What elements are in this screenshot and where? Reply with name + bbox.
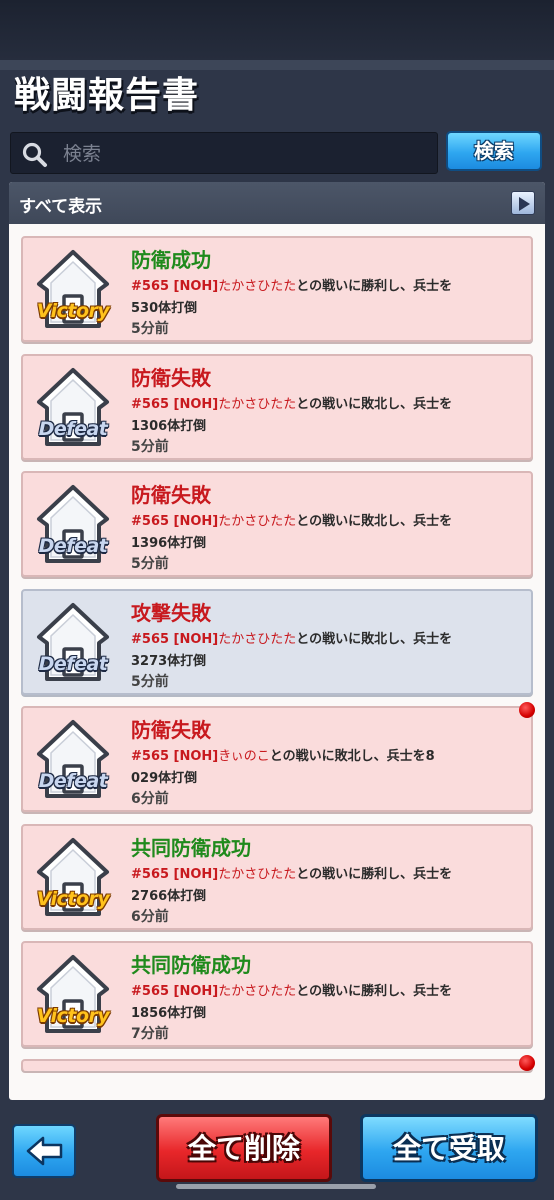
result-badge: Victory — [36, 300, 110, 322]
filter-label: すべて表示 — [19, 197, 103, 217]
report-time: 5分前 — [131, 321, 169, 337]
report-text: との戦いに勝利し、兵士を — [296, 984, 453, 999]
report-title: 防衛失敗 — [131, 483, 211, 507]
report-line: #565 [NOH]たかさひたたとの戦いに敗北し、兵士を — [131, 629, 491, 651]
report-line: #565 [NOH]たかさひたたとの戦いに勝利し、兵士を — [131, 276, 491, 298]
report-description: #565 [NOH]きぃのことの戦いに敗北し、兵士を8 029体打倒 — [131, 746, 491, 790]
player-tag: #565 [NOH] — [131, 749, 219, 764]
result-badge: Victory — [36, 1005, 110, 1027]
player-name: たかさひたた — [218, 866, 297, 882]
kill-count: 029体打倒 — [131, 771, 198, 786]
report-time: 6分前 — [131, 791, 169, 807]
search-box[interactable] — [10, 132, 438, 174]
kill-count: 2766体打倒 — [131, 888, 207, 904]
back-button[interactable] — [12, 1124, 76, 1178]
report-title: 防衛失敗 — [131, 718, 211, 742]
report-title: 防衛失敗 — [131, 365, 211, 390]
report-time: 5分前 — [131, 438, 169, 455]
search-button[interactable]: 検索 — [446, 131, 542, 171]
filter-bar[interactable]: すべて表示 — [9, 182, 545, 224]
report-title: 防衛成功 — [131, 248, 211, 272]
delete-all-button[interactable]: 全て削除 — [156, 1114, 332, 1182]
report-line: #565 [NOH]たかさひたたとの戦いに勝利し、兵士を — [131, 981, 491, 1003]
player-name: きぃのこ — [218, 749, 270, 764]
kill-count: 530体打倒 — [131, 301, 198, 316]
page-title: 戦闘報告書 — [14, 75, 200, 116]
player-tag: #565 [NOH] — [131, 396, 219, 412]
player-tag: #565 [NOH] — [131, 631, 219, 647]
report-line: #565 [NOH]きぃのことの戦いに敗北し、兵士を8 — [131, 746, 491, 768]
report-card[interactable]: Defeat 防衛失敗 #565 [NOH]たかさひたたとの戦いに敗北し、兵士を 13… — [21, 471, 533, 577]
report-text: との戦いに勝利し、兵士を — [296, 279, 453, 294]
player-name: たかさひたた — [218, 984, 297, 999]
report-time: 5分前 — [131, 673, 169, 690]
report-line: #565 [NOH]たかさひたたとの戦いに敗北し、兵士を — [131, 394, 491, 416]
report-card[interactable]: Defeat 防衛失敗 #565 [NOH]たかさひたたとの戦いに敗北し、兵士を 13… — [21, 353, 533, 460]
unread-dot — [519, 1054, 535, 1071]
report-description: #565 [NOH]たかさひたたとの戦いに勝利し、兵士を 530体打倒 — [131, 276, 491, 320]
report-panel: すべて表示 Victory 防衛成功 #565 [NOH]たかさひたたとの戦いに勝利… — [9, 182, 545, 1100]
report-title: 攻撃失敗 — [131, 600, 211, 625]
report-card[interactable]: Defeat 防衛失敗 #565 [NOH]きぃのことの戦いに敗北し、兵士を8 029… — [21, 702, 535, 812]
report-card-partial[interactable] — [21, 1054, 535, 1071]
kill-count: 1306体打倒 — [131, 418, 207, 434]
report-text: との戦いに敗北し、兵士を — [296, 631, 453, 647]
player-tag: #565 [NOH] — [131, 279, 219, 294]
report-line: #565 [NOH]たかさひたたとの戦いに敗北し、兵士を — [131, 511, 491, 533]
report-time: 5分前 — [131, 556, 169, 572]
report-line: #565 [NOH]たかさひたたとの戦いに勝利し、兵士を — [131, 864, 491, 886]
report-description: #565 [NOH]たかさひたたとの戦いに勝利し、兵士を 2766体打倒 — [131, 864, 491, 908]
back-arrow-icon — [26, 1136, 63, 1166]
filter-toggle-button[interactable] — [511, 191, 535, 215]
player-tag: #565 [NOH] — [131, 514, 219, 529]
result-badge: Victory — [36, 887, 110, 910]
result-badge: Defeat — [38, 770, 108, 792]
player-tag: #565 [NOH] — [131, 866, 219, 882]
report-description: #565 [NOH]たかさひたたとの戦いに敗北し、兵士を 1396体打倒 — [131, 511, 491, 555]
kill-count: 3273体打倒 — [131, 653, 207, 669]
report-description: #565 [NOH]たかさひたたとの戦いに勝利し、兵士を 1856体打倒 — [131, 981, 491, 1025]
result-badge: Defeat — [38, 417, 108, 440]
report-card[interactable]: Victory 防衛成功 #565 [NOH]たかさひたたとの戦いに勝利し、兵士を 5… — [21, 236, 533, 342]
kill-count: 1396体打倒 — [131, 536, 207, 551]
report-title: 共同防衛成功 — [131, 953, 251, 977]
player-name: たかさひたた — [218, 631, 297, 647]
kill-count: 1856体打倒 — [131, 1006, 207, 1021]
report-card[interactable]: Victory 共同防衛成功 #565 [NOH]たかさひたたとの戦いに勝利し、兵士… — [21, 941, 533, 1047]
report-text: との戦いに敗北し、兵士を8 — [269, 749, 435, 764]
result-badge: Defeat — [38, 652, 108, 675]
player-tag: #565 [NOH] — [131, 984, 219, 999]
search-icon — [22, 142, 47, 167]
report-text: との戦いに敗北し、兵士を — [296, 514, 453, 529]
player-name: たかさひたた — [218, 279, 297, 294]
report-time: 6分前 — [131, 908, 169, 925]
triangle-right-icon — [519, 197, 530, 211]
report-text: との戦いに敗北し、兵士を — [296, 396, 453, 412]
report-card[interactable]: Defeat 攻撃失敗 #565 [NOH]たかさひたたとの戦いに敗北し、兵士を 32… — [21, 588, 533, 695]
report-description: #565 [NOH]たかさひたたとの戦いに敗北し、兵士を 1306体打倒 — [131, 394, 491, 438]
receive-all-button[interactable]: 全て受取 — [360, 1114, 538, 1182]
report-card[interactable]: Victory 共同防衛成功 #565 [NOH]たかさひたたとの戦いに勝利し、兵士… — [21, 823, 533, 930]
player-name: たかさひたた — [218, 514, 297, 529]
unread-dot — [519, 702, 535, 718]
home-indicator — [176, 1184, 376, 1189]
report-time: 7分前 — [131, 1026, 169, 1042]
report-description: #565 [NOH]たかさひたたとの戦いに敗北し、兵士を 3273体打倒 — [131, 629, 491, 673]
top-bar — [0, 0, 554, 70]
report-text: との戦いに勝利し、兵士を — [296, 866, 453, 882]
result-badge: Defeat — [38, 535, 108, 557]
player-name: たかさひたた — [218, 396, 297, 412]
report-title: 共同防衛成功 — [131, 835, 251, 860]
search-input[interactable] — [61, 139, 425, 169]
